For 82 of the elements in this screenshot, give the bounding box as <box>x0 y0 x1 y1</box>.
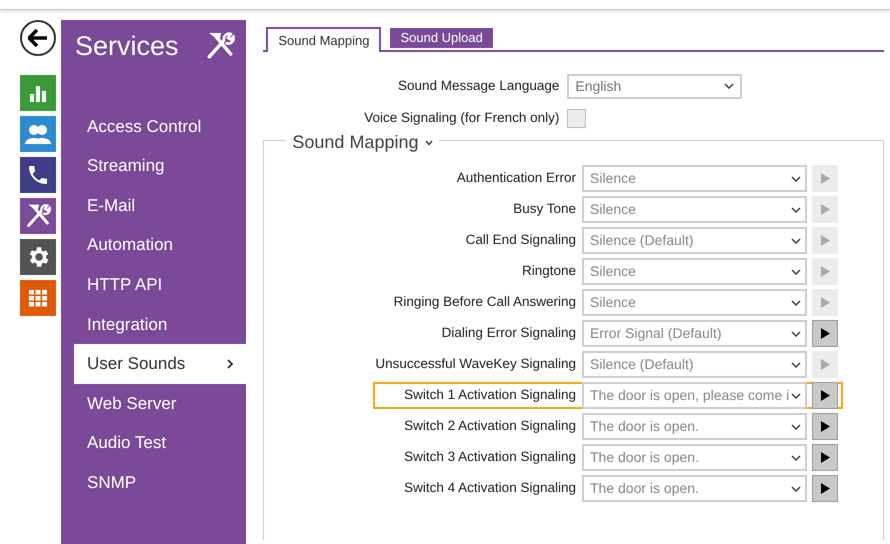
chevron-down-icon[interactable] <box>424 138 432 146</box>
play-button[interactable] <box>812 320 838 347</box>
play-icon <box>820 235 830 246</box>
play-icon <box>820 452 830 463</box>
play-icon <box>820 359 830 370</box>
sound-select[interactable]: Silence (Default) <box>582 227 807 254</box>
play-icon <box>820 421 830 432</box>
play-icon <box>820 204 830 215</box>
people-icon <box>24 122 52 146</box>
phone-icon <box>26 163 50 187</box>
chevron-down-icon <box>791 330 801 336</box>
chevron-down-icon <box>791 268 801 274</box>
field-label: Unsuccessful WaveKey Signaling <box>375 355 577 374</box>
field-label: Call End Signaling <box>464 231 577 250</box>
chevron-down-icon <box>791 392 801 398</box>
sound-select[interactable]: The door is open. <box>582 475 807 502</box>
field-label: Switch 4 Activation Signaling <box>403 479 577 498</box>
chevron-down-icon <box>791 424 801 430</box>
field-label: Voice Signaling (for French only) <box>363 108 560 127</box>
nav-tile[interactable] <box>20 198 56 234</box>
field-label: Switch 1 Activation Signaling <box>403 386 577 404</box>
sidebar-item[interactable]: Streaming <box>74 146 246 186</box>
chevron-down-icon <box>791 486 801 492</box>
chevron-down-icon <box>791 206 801 212</box>
field-label: Busy Tone <box>512 200 577 218</box>
field-label: Authentication Error <box>456 169 577 188</box>
field-label: Sound Message Language <box>397 76 560 95</box>
chevron-down-icon <box>791 238 801 244</box>
sound-select[interactable]: Error Signal (Default) <box>582 320 807 347</box>
sidebar-item[interactable]: SNMP <box>74 462 246 502</box>
play-icon <box>820 483 830 494</box>
back-arrow-icon <box>28 29 48 47</box>
play-icon <box>820 297 830 308</box>
grid-icon <box>27 287 49 309</box>
language-select[interactable]: English <box>567 74 742 98</box>
tab[interactable]: Sound Mapping <box>266 27 382 52</box>
sidebar-item[interactable]: User Sounds <box>74 344 246 384</box>
sound-select[interactable]: Silence <box>582 165 807 192</box>
sidebar-item[interactable]: Audio Test <box>74 423 246 463</box>
sidebar-item[interactable]: Web Server <box>74 384 246 424</box>
play-button[interactable] <box>812 475 838 502</box>
play-button[interactable] <box>812 382 838 409</box>
tab[interactable]: Sound Upload <box>390 28 493 48</box>
nav-tile[interactable] <box>20 280 56 316</box>
field-label: Ringing Before Call Answering <box>392 293 577 312</box>
sound-select[interactable]: The door is open. <box>582 444 807 471</box>
nav-tile[interactable] <box>20 75 56 111</box>
chevron-down-icon <box>791 362 801 368</box>
sidebar-item[interactable]: Automation <box>74 225 246 265</box>
nav-tile[interactable] <box>20 157 56 193</box>
sound-select[interactable]: Silence <box>582 258 807 285</box>
play-icon <box>820 390 830 401</box>
sound-select[interactable]: Silence (Default) <box>582 351 807 378</box>
play-button[interactable] <box>812 444 838 471</box>
play-icon <box>820 328 830 339</box>
chevron-down-icon <box>791 300 801 306</box>
sidebar-title: Services <box>75 30 179 63</box>
sidebar-item[interactable]: Integration <box>74 304 246 344</box>
sound-select[interactable]: Silence <box>582 196 807 223</box>
checkbox[interactable] <box>567 108 586 128</box>
nav-tile[interactable] <box>20 239 56 275</box>
chevron-down-icon <box>791 176 801 182</box>
nav-tile[interactable] <box>20 116 56 152</box>
sound-select[interactable]: The door is open. <box>582 413 807 440</box>
field-label: Dialing Error Signaling <box>440 324 577 342</box>
section-title: Sound Mapping <box>292 131 418 154</box>
sound-select[interactable]: Silence <box>582 289 807 316</box>
chevron-down-icon <box>791 454 801 460</box>
chevron-right-icon <box>226 358 234 369</box>
tools-icon <box>24 202 52 230</box>
play-icon <box>820 173 830 184</box>
sidebar-item[interactable]: Access Control <box>74 106 246 146</box>
field-label: Switch 3 Activation Signaling <box>403 448 577 466</box>
field-label: Switch 2 Activation Signaling <box>403 417 577 436</box>
field-label: Ringtone <box>520 262 577 280</box>
sound-select[interactable]: The door is open, please come i <box>582 382 807 409</box>
sidebar-item[interactable]: HTTP API <box>74 264 246 304</box>
play-button[interactable] <box>812 413 838 440</box>
sidebar-item[interactable]: E-Mail <box>74 186 246 226</box>
back-button[interactable] <box>20 20 56 56</box>
play-icon <box>820 266 830 277</box>
chevron-down-icon <box>724 83 734 89</box>
